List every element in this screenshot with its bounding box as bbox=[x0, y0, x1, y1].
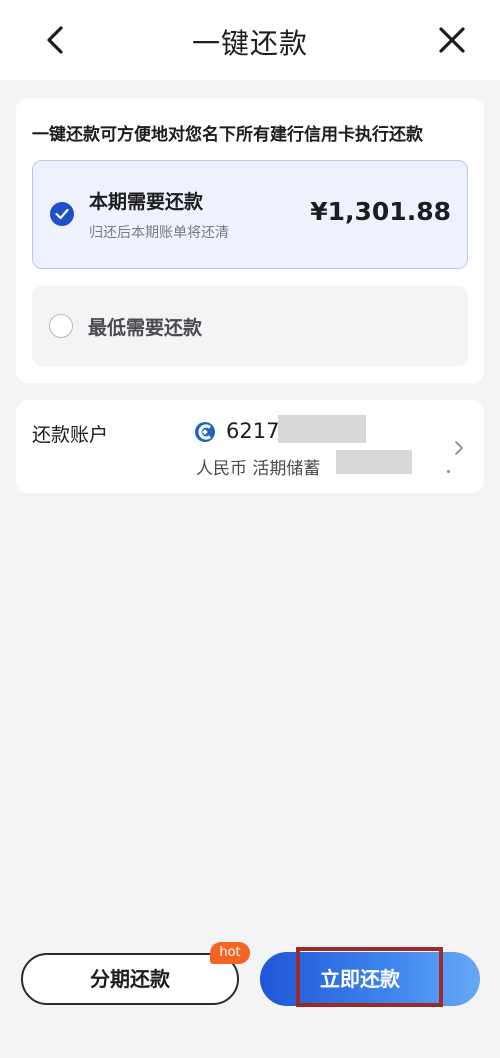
dot-indicator bbox=[447, 470, 450, 473]
option-minimum-label: 最低需要还款 bbox=[88, 317, 203, 339]
hot-badge: hot bbox=[210, 942, 250, 964]
account-number: 6217 bbox=[226, 419, 280, 443]
radio-checked[interactable] bbox=[50, 202, 74, 226]
close-button[interactable] bbox=[432, 20, 472, 60]
account-type: 人民币 活期储蓄 bbox=[196, 459, 321, 479]
repayment-page: 一键还款 一键还款可方便地对您名下所有建行信用卡执行还款 本期需要还款 归还后本… bbox=[0, 0, 500, 1058]
option-current-label: 本期需要还款 bbox=[89, 191, 204, 213]
header-bar: 一键还款 bbox=[0, 0, 500, 80]
radio-unchecked[interactable] bbox=[49, 314, 73, 338]
account-name-mask bbox=[336, 450, 412, 474]
pay-now-button[interactable]: 立即还款 bbox=[260, 952, 480, 1006]
repayment-account-row[interactable]: 还款账户 6217 人民币 活期储蓄 bbox=[16, 400, 484, 493]
pay-now-label: 立即还款 bbox=[320, 967, 400, 991]
option-current-subtext: 归还后本期账单将还清 bbox=[89, 225, 229, 241]
account-label: 还款账户 bbox=[32, 424, 109, 446]
checkmark-icon bbox=[55, 208, 69, 220]
close-icon bbox=[439, 27, 465, 53]
page-title: 一键还款 bbox=[191, 27, 308, 60]
ccb-logo-icon bbox=[195, 422, 215, 442]
installment-button[interactable]: 分期还款 bbox=[21, 953, 239, 1005]
repayment-options-card: 一键还款可方便地对您名下所有建行信用卡执行还款 本期需要还款 归还后本期账单将还… bbox=[16, 98, 484, 383]
option-current-period[interactable]: 本期需要还款 归还后本期账单将还清 ¥1,301.88 bbox=[32, 160, 468, 269]
account-number-mask bbox=[278, 415, 366, 443]
option-minimum-payment[interactable]: 最低需要还款 bbox=[32, 286, 468, 366]
repayment-amount: ¥1,301.88 bbox=[310, 197, 451, 226]
intro-text: 一键还款可方便地对您名下所有建行信用卡执行还款 bbox=[32, 125, 423, 145]
chevron-right-icon bbox=[455, 441, 463, 455]
